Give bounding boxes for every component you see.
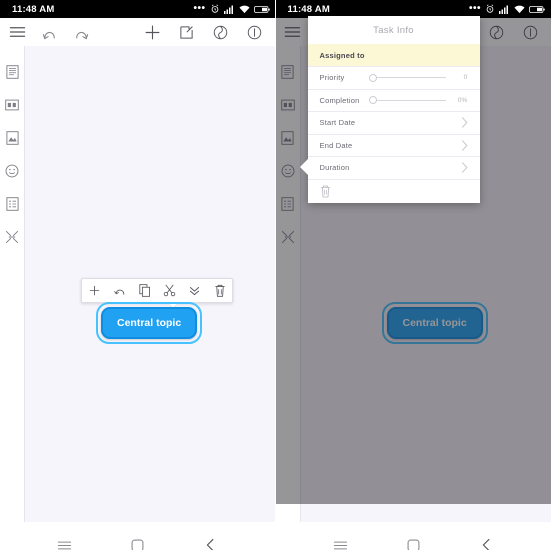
app-body: Central topic bbox=[0, 46, 276, 522]
completion-slider[interactable] bbox=[368, 96, 450, 105]
copy-icon[interactable] bbox=[132, 278, 157, 303]
nav-recents-button[interactable] bbox=[50, 530, 80, 550]
sidebar-item-collapse[interactable] bbox=[4, 229, 20, 245]
status-bar-clock-right: 11:48 AM bbox=[287, 3, 330, 15]
theme-icon[interactable] bbox=[212, 23, 230, 41]
alarm-icon bbox=[211, 4, 218, 13]
mindmap-node[interactable]: Central topic bbox=[96, 302, 203, 344]
status-bar-icons: ••• bbox=[193, 3, 270, 14]
completion-slider-knob[interactable] bbox=[368, 96, 377, 105]
nav-recents-button-right[interactable] bbox=[325, 530, 355, 550]
priority-slider-track[interactable] bbox=[368, 73, 446, 82]
signal-icon-right bbox=[499, 5, 508, 14]
nav-home-button[interactable] bbox=[123, 530, 153, 550]
task-row-duration[interactable]: Duration bbox=[307, 156, 480, 179]
task-completion-label: Completion bbox=[319, 95, 360, 105]
delete-icon[interactable] bbox=[207, 278, 232, 303]
task-assigned-to-label: Assigned to bbox=[319, 50, 365, 60]
task-info-dialog: Task Info Assigned to Priority 0 Complet… bbox=[307, 16, 480, 203]
sidebar-item-notes[interactable] bbox=[4, 64, 20, 80]
add-child-icon[interactable] bbox=[82, 278, 107, 303]
chevron-right-icon-end bbox=[461, 140, 468, 151]
task-dialog-title: Task Info bbox=[373, 24, 414, 36]
task-row-start-date[interactable]: Start Date bbox=[307, 111, 480, 134]
nav-back-button-right[interactable] bbox=[471, 530, 501, 550]
app-toolbar-left bbox=[8, 23, 90, 41]
task-start-date-label: Start Date bbox=[319, 118, 356, 128]
collapse-icon[interactable] bbox=[182, 278, 207, 303]
sidebar-item-image[interactable] bbox=[4, 130, 20, 146]
task-row-priority[interactable]: Priority 0 bbox=[307, 66, 480, 89]
signal-icon bbox=[223, 5, 233, 14]
add-icon[interactable] bbox=[144, 23, 162, 41]
chevron-right-icon bbox=[461, 117, 468, 128]
battery-icon bbox=[253, 5, 270, 13]
task-row-completion[interactable]: Completion 0% bbox=[307, 88, 480, 112]
task-priority-label: Priority bbox=[319, 73, 345, 83]
task-end-date-label: End Date bbox=[319, 140, 353, 150]
nav-back-button[interactable] bbox=[196, 530, 226, 550]
mindmap-canvas[interactable]: Central topic bbox=[25, 46, 276, 522]
system-nav-bar-right bbox=[275, 522, 551, 550]
export-icon[interactable] bbox=[178, 23, 196, 41]
sidebar bbox=[0, 46, 25, 522]
app-toolbar-right bbox=[144, 23, 268, 41]
cut-icon[interactable] bbox=[157, 278, 182, 303]
add-sibling-icon[interactable] bbox=[107, 278, 132, 303]
chevron-right-icon-duration bbox=[461, 162, 468, 173]
task-row-assigned-to[interactable]: Assigned to bbox=[307, 44, 480, 66]
sidebar-item-emoji[interactable] bbox=[4, 163, 20, 179]
battery-icon-right bbox=[529, 5, 545, 13]
wifi-icon-right bbox=[514, 5, 525, 13]
info-icon[interactable] bbox=[246, 23, 264, 41]
task-dialog-pointer bbox=[299, 158, 309, 176]
status-bar-icons-right: ••• bbox=[469, 4, 545, 14]
node-toolbar bbox=[81, 278, 233, 308]
left-panel: 11:48 AM ••• Central topic bbox=[0, 0, 276, 550]
menu-icon[interactable] bbox=[8, 23, 26, 41]
app-toolbar bbox=[0, 18, 276, 46]
task-row-end-date[interactable]: End Date bbox=[307, 133, 480, 157]
task-duration-label: Duration bbox=[319, 163, 350, 173]
wifi-icon bbox=[238, 5, 250, 13]
screenshot-root: 11:48 AM ••• Central topic 11:48 AM ••• … bbox=[0, 0, 551, 550]
priority-slider-knob[interactable] bbox=[368, 73, 377, 82]
system-nav-bar bbox=[0, 522, 276, 550]
task-delete-button[interactable] bbox=[307, 178, 480, 203]
more-dots-icon: ••• bbox=[193, 3, 206, 14]
priority-slider[interactable] bbox=[368, 73, 450, 82]
priority-value: 0 bbox=[463, 74, 468, 82]
more-dots-icon-right: ••• bbox=[468, 3, 481, 14]
completion-slider-track[interactable] bbox=[368, 96, 446, 105]
alarm-icon-right bbox=[486, 4, 494, 13]
completion-value: 0% bbox=[457, 96, 468, 104]
sidebar-item-task[interactable] bbox=[4, 196, 20, 212]
node-label[interactable]: Central topic bbox=[101, 307, 198, 339]
panel-divider bbox=[275, 0, 276, 550]
nav-home-button-right[interactable] bbox=[398, 530, 428, 550]
trash-icon[interactable] bbox=[320, 185, 331, 198]
right-panel: 11:48 AM ••• Central topic Task Info Ass… bbox=[275, 0, 551, 550]
status-bar-clock: 11:48 AM bbox=[12, 3, 55, 15]
sidebar-item-label[interactable] bbox=[4, 97, 20, 113]
status-bar: 11:48 AM ••• bbox=[0, 0, 276, 18]
redo-icon[interactable] bbox=[72, 23, 90, 41]
undo-icon[interactable] bbox=[40, 23, 58, 41]
